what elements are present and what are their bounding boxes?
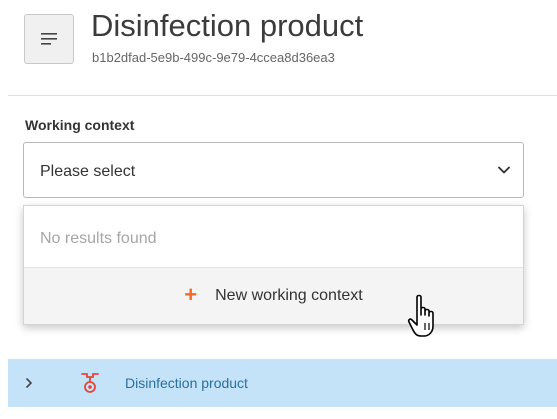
working-context-label: Working context bbox=[25, 117, 135, 133]
header-divider bbox=[8, 95, 557, 96]
chevron-down-icon bbox=[498, 166, 510, 174]
menu-toggle-button[interactable] bbox=[24, 14, 74, 64]
tree-item-disinfection-product[interactable]: Disinfection product bbox=[8, 359, 557, 407]
page-subtitle-id: b1b2dfad-5e9b-499c-9e79-4ccea8d36ea3 bbox=[92, 50, 335, 65]
chevron-right-icon[interactable] bbox=[24, 376, 34, 390]
new-working-context-label: New working context bbox=[215, 287, 363, 304]
no-results-text: No results found bbox=[40, 230, 157, 247]
page-title: Disinfection product bbox=[91, 8, 364, 43]
disinfection-product-icon bbox=[81, 373, 99, 393]
hand-pointer-cursor-icon bbox=[407, 294, 434, 337]
plus-icon: + bbox=[184, 282, 198, 307]
tree-item-label: Disinfection product bbox=[125, 375, 248, 391]
working-context-dropdown: No results found + New working context bbox=[23, 205, 524, 325]
new-working-context-option[interactable]: + New working context bbox=[24, 268, 523, 324]
page: Disinfection product b1b2dfad-5e9b-499c-… bbox=[0, 0, 557, 419]
select-value: Please select bbox=[40, 163, 136, 180]
menu-lines-icon bbox=[41, 33, 57, 45]
working-context-select[interactable]: Please select bbox=[23, 142, 524, 198]
